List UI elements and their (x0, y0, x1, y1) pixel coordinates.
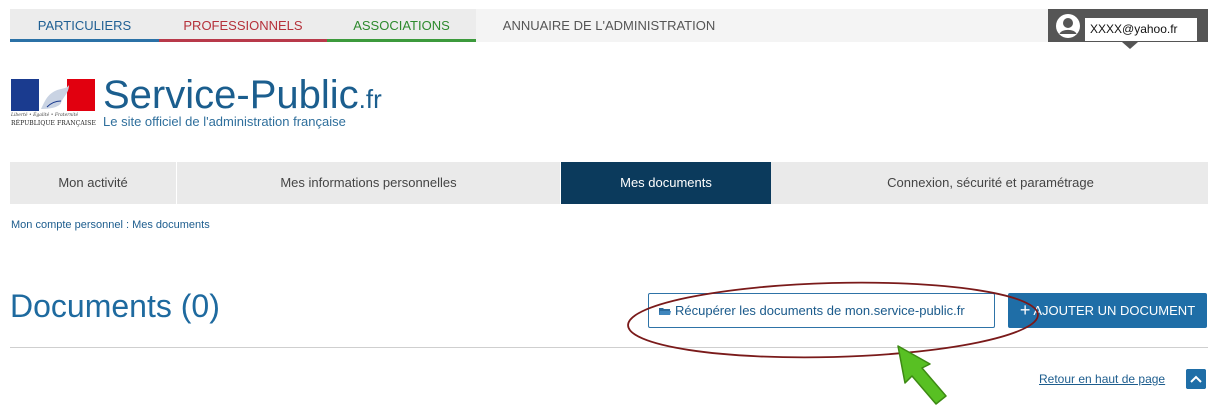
brand-name-ext: .fr (358, 84, 382, 114)
add-document-button[interactable]: + AJOUTER UN DOCUMENT (1008, 293, 1207, 328)
tab-mes-documents[interactable]: Mes documents (561, 162, 771, 204)
page-title: Documents (0) (10, 288, 220, 324)
add-document-label: AJOUTER UN DOCUMENT (1033, 303, 1196, 318)
tab-mon-activite[interactable]: Mon activité (10, 162, 177, 204)
breadcrumb-current: Mes documents (132, 219, 210, 231)
topnav-spacer (742, 9, 1050, 42)
tab-connexion-securite[interactable]: Connexion, sécurité et paramétrage (771, 162, 1208, 204)
tab-particuliers[interactable]: PARTICULIERS (10, 9, 159, 42)
recover-documents-button[interactable]: Récupérer les documents de mon.service-p… (648, 293, 995, 328)
breadcrumb-separator: : (122, 219, 133, 231)
plus-icon: + (1019, 300, 1031, 320)
pointer-arrow-icon (897, 345, 947, 405)
marianne-flag-icon (11, 79, 95, 111)
breadcrumb: Mon compte personnel : Mes documents (11, 219, 210, 231)
tab-annuaire[interactable]: ANNUAIRE DE L'ADMINISTRATION (476, 9, 742, 42)
audience-nav: PARTICULIERS PROFESSIONNELS ASSOCIATIONS… (10, 9, 1208, 42)
folder-icon (659, 308, 671, 316)
back-to-top-link[interactable]: Retour en haut de page (1039, 372, 1165, 386)
republique-francaise: RÉPUBLIQUE FRANÇAISE (11, 120, 96, 127)
recover-documents-label: Récupérer les documents de mon.service-p… (675, 303, 965, 318)
tab-professionnels[interactable]: PROFESSIONNELS (159, 9, 327, 42)
tab-informations-personnelles[interactable]: Mes informations personnelles (177, 162, 561, 204)
content-divider (10, 347, 1208, 348)
account-nav: Mon activité Mes informations personnell… (10, 162, 1208, 204)
user-menu-caret (1122, 42, 1138, 49)
site-tagline: Le site officiel de l'administration fra… (103, 114, 346, 129)
chevron-up-icon[interactable] (1186, 369, 1206, 389)
tab-associations[interactable]: ASSOCIATIONS (327, 9, 476, 42)
user-icon[interactable] (1055, 13, 1081, 39)
brand-name-text: Service-Public (103, 73, 359, 117)
user-email: XXXX@yahoo.fr (1085, 18, 1197, 41)
breadcrumb-root[interactable]: Mon compte personnel (11, 219, 123, 231)
republic-motto: Liberté • Égalité • Fraternité (11, 113, 79, 118)
